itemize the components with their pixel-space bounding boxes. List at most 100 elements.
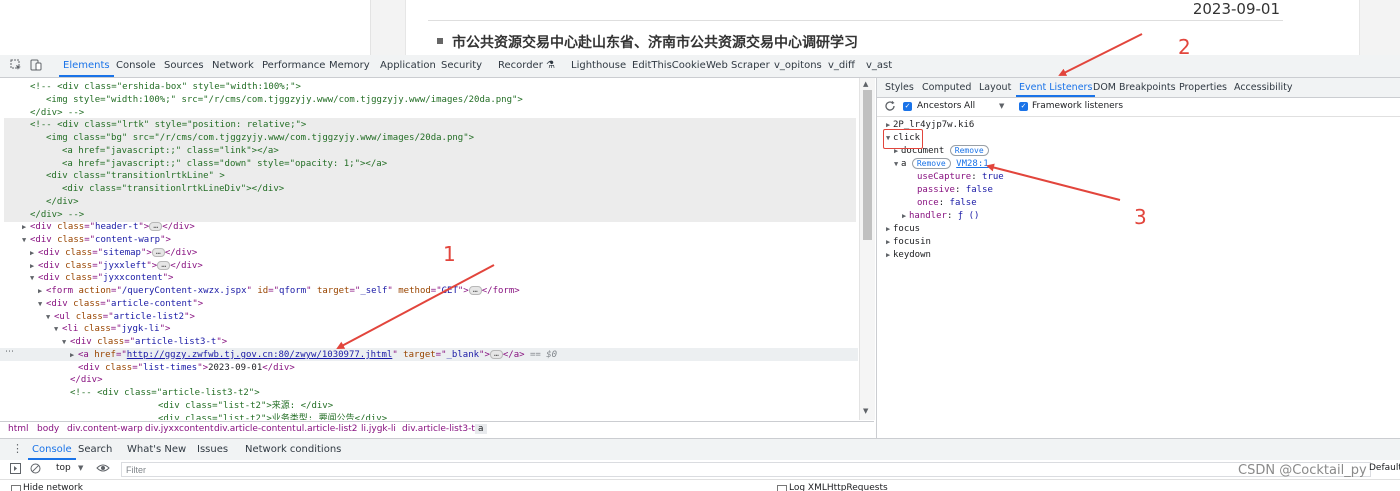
tab-recorder[interactable]: Recorder ⚗ xyxy=(498,55,555,77)
listener-property[interactable]: passive: false xyxy=(910,184,993,197)
row-menu-icon[interactable]: ⋯ xyxy=(5,347,14,357)
dom-node-line[interactable]: <img style="width:100%;" src="/r/cms/com… xyxy=(38,94,523,107)
collapse-triangle-icon[interactable]: ▶ xyxy=(70,349,78,362)
sidebar-tab-properties[interactable]: Properties xyxy=(1179,78,1227,97)
breadcrumb-item[interactable]: div.article-list3-t xyxy=(402,424,475,434)
tab-network[interactable]: Network xyxy=(212,55,254,77)
dom-node-line[interactable]: </div> --> xyxy=(22,107,84,120)
breadcrumb-item[interactable]: li.jygk-li xyxy=(361,424,396,434)
drawer-tab-what-s-new[interactable]: What's New xyxy=(127,439,186,460)
drawer-tab-search[interactable]: Search xyxy=(78,439,112,460)
elements-dom-tree[interactable]: <!-- <div class="ershida-box" style="wid… xyxy=(0,78,858,420)
clear-console-icon[interactable] xyxy=(30,463,41,477)
tab-performance[interactable]: Performance xyxy=(262,55,325,77)
dom-node-line[interactable]: <!-- <div class="lrtk" style="position: … xyxy=(22,119,306,132)
hide-network-checkbox[interactable] xyxy=(11,485,21,491)
dom-node-line[interactable]: ▼ <div class="content-warp"> xyxy=(22,234,171,247)
dom-node-line[interactable]: <a href="javascript:;" class="link"></a> xyxy=(54,145,279,158)
framework-listeners-checkbox[interactable]: ✓ xyxy=(1019,102,1028,111)
collapse-triangle-icon[interactable]: ▶ xyxy=(30,247,38,260)
tab-v-ast[interactable]: v_ast xyxy=(866,55,892,77)
sidebar-tab-styles[interactable]: Styles xyxy=(885,78,914,97)
breadcrumb-item[interactable]: a xyxy=(475,424,487,434)
listener-property[interactable]: useCapture: true xyxy=(910,171,1004,184)
tab-security[interactable]: Security xyxy=(441,55,482,77)
tab-memory[interactable]: Memory xyxy=(329,55,370,77)
tab-editthiscookie[interactable]: EditThisCookie xyxy=(632,55,706,77)
drawer-tab-console[interactable]: Console xyxy=(28,439,76,460)
tab-web-scraper[interactable]: Web Scraper xyxy=(706,55,770,77)
event-type-row[interactable]: ▶ focusin xyxy=(886,236,931,249)
sidebar-toggle-icon[interactable] xyxy=(10,463,21,477)
sidebar-tab-dom-breakpoints[interactable]: DOM Breakpoints xyxy=(1093,78,1176,97)
remove-listener-button[interactable]: Remove xyxy=(911,158,951,169)
dom-node-line[interactable]: </div> xyxy=(38,196,79,209)
dom-node-line[interactable]: <div class="list-t2">来源: </div> xyxy=(150,400,333,413)
listener-property[interactable]: ▶ handler: ƒ () xyxy=(902,210,979,223)
sidebar-tab-accessibility[interactable]: Accessibility xyxy=(1234,78,1292,97)
breadcrumb-item[interactable]: div.jyxxcontent xyxy=(145,424,213,434)
expand-triangle-icon[interactable]: ▼ xyxy=(46,311,54,324)
sidebar-tab-layout[interactable]: Layout xyxy=(979,78,1011,97)
listener-property[interactable]: once: false xyxy=(910,197,977,210)
breadcrumb-item[interactable]: div.article-content xyxy=(214,424,296,434)
dom-node-line[interactable]: ▼ <div class="article-content"> xyxy=(38,298,203,311)
dom-node-line[interactable]: </div> --> xyxy=(22,209,84,222)
collapse-triangle-icon[interactable]: ▶ xyxy=(886,236,893,249)
ellipsis-expand-icon[interactable]: … xyxy=(489,349,503,359)
live-expression-eye-icon[interactable] xyxy=(96,462,110,477)
tab-v-diff[interactable]: v_diff xyxy=(828,55,855,77)
tab-elements[interactable]: Elements xyxy=(59,55,114,77)
dom-node-line[interactable]: ▶ <a href="http://ggzy.zwfwb.tj.gov.cn:80… xyxy=(70,349,557,362)
tab-sources[interactable]: Sources xyxy=(164,55,204,77)
ancestors-checkbox[interactable]: ✓ xyxy=(903,102,912,111)
dom-node-line[interactable]: <div class="list-t2">业务类型: 要闻公告</div> xyxy=(150,413,387,421)
scroll-up-icon[interactable]: ▲ xyxy=(863,80,868,88)
collapse-triangle-icon[interactable]: ▶ xyxy=(30,260,38,273)
remove-listener-button[interactable]: Remove xyxy=(949,145,989,156)
dom-node-line[interactable]: <!-- <div class="ershida-box" style="wid… xyxy=(22,81,301,94)
tab-application[interactable]: Application xyxy=(380,55,436,77)
collapse-triangle-icon[interactable]: ▶ xyxy=(902,210,909,223)
context-selector[interactable]: top xyxy=(56,463,71,473)
device-toolbar-icon[interactable] xyxy=(30,59,42,71)
event-type-row[interactable]: ▶ keydown xyxy=(886,249,931,262)
log-levels-dropdown[interactable]: Default xyxy=(1369,463,1400,473)
dom-node-line[interactable]: <div class="transitionlrtkLineDiv"></div… xyxy=(54,183,284,196)
dom-node-line[interactable]: ▶ <div class="jyxxleft">… </div> xyxy=(30,260,203,273)
chevron-down-icon[interactable]: ▼ xyxy=(999,102,1004,110)
sidebar-tab-computed[interactable]: Computed xyxy=(922,78,971,97)
dom-node-line[interactable]: <img class="bg" src="/r/cms/com.tjggzyjy… xyxy=(38,132,474,145)
href-link[interactable]: http://ggzy.zwfwb.tj.gov.cn:80/zwyw/1030… xyxy=(127,350,393,360)
dom-node-line[interactable]: ▶ <div class="header-t">… </div> xyxy=(22,221,195,234)
dom-node-line[interactable]: ▼ <li class="jygk-li"> xyxy=(54,323,170,336)
console-filter-input[interactable] xyxy=(121,462,1371,477)
drawer-menu-icon[interactable]: ⋮ xyxy=(12,442,23,455)
ellipsis-expand-icon[interactable]: … xyxy=(149,222,163,232)
expand-triangle-icon[interactable]: ▼ xyxy=(30,272,38,285)
scroll-down-icon[interactable]: ▼ xyxy=(863,407,868,415)
tab-console[interactable]: Console xyxy=(116,55,156,77)
drawer-tab-network-conditions[interactable]: Network conditions xyxy=(245,439,341,460)
ellipsis-expand-icon[interactable]: … xyxy=(157,260,171,270)
listener-node-row[interactable]: ▼ a Remove VM28:1 xyxy=(894,158,989,171)
dom-node-line[interactable]: <div class="transitionlrtkLine" > xyxy=(38,170,225,183)
sidebar-tab-event-listeners[interactable]: Event Listeners xyxy=(1015,78,1096,97)
expand-triangle-icon[interactable]: ▼ xyxy=(38,298,46,311)
expand-triangle-icon[interactable]: ▼ xyxy=(894,158,901,171)
inspect-element-icon[interactable] xyxy=(10,59,22,71)
event-type-row[interactable]: ▶ focus xyxy=(886,223,920,236)
dom-node-line[interactable]: ▶ <form action="/queryContent-xwzx.jspx" … xyxy=(38,285,520,298)
breadcrumb-item[interactable]: html xyxy=(8,424,29,434)
dom-node-line[interactable]: <div class="list-times">2023-09-01</div> xyxy=(70,362,295,375)
tab-v-opitons[interactable]: v_opitons xyxy=(774,55,822,77)
dom-node-line[interactable]: <!-- <div class="article-list3-t2"> xyxy=(62,387,260,400)
ellipsis-expand-icon[interactable]: … xyxy=(151,247,165,257)
ellipsis-expand-icon[interactable]: … xyxy=(468,286,482,295)
dom-node-line[interactable]: ▼ <div class="jyxxcontent"> xyxy=(30,272,173,285)
dom-node-line[interactable]: ▼ <ul class="article-list2"> xyxy=(46,311,195,324)
context-chevron-icon[interactable]: ▼ xyxy=(78,464,83,472)
expand-triangle-icon[interactable]: ▼ xyxy=(54,323,62,336)
log-xhr-checkbox[interactable] xyxy=(777,485,787,491)
collapse-triangle-icon[interactable]: ▶ xyxy=(886,223,893,236)
